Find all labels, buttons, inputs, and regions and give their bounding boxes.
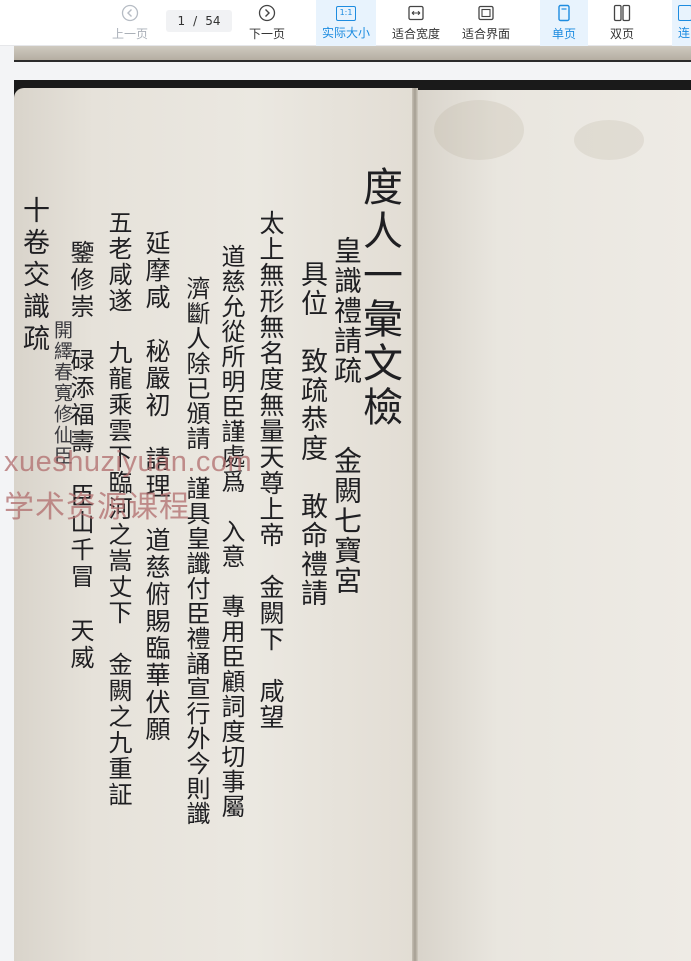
chevron-right-icon: [258, 4, 276, 22]
fit-page-label: 适合界面: [461, 27, 510, 41]
manuscript-column: 濟斷人除已頒請 謹具皇讖付臣禮誦宣行外今則讖: [182, 276, 210, 826]
page-separator: /: [193, 14, 198, 28]
prev-page-label: 上一页: [111, 27, 148, 41]
prev-page-button[interactable]: 上一页: [106, 0, 154, 46]
double-page-label: 双页: [609, 27, 634, 41]
watermark-text: 学术资源课程: [4, 491, 190, 524]
manuscript-column: 皇識禮請疏 金闕七寶宮: [330, 236, 363, 596]
document-viewport[interactable]: 度人一彙文檢 皇識禮請疏 金闕七寶宮 具位 致疏恭度 敢命禮請 太上無形無名度無…: [0, 46, 691, 961]
continuous-page-icon: [678, 5, 691, 21]
fit-width-label: 适合宽度: [391, 27, 440, 41]
manuscript-column: 十卷交識疏: [18, 196, 49, 356]
manuscript-title: 度人一彙文檢: [356, 166, 402, 430]
scanned-leaf-right: [416, 90, 691, 961]
next-page-label: 下一页: [248, 27, 285, 41]
paper-stain: [434, 100, 524, 160]
page-indicator[interactable]: 1 / 54: [166, 10, 232, 32]
single-page-label: 单页: [551, 27, 576, 41]
previous-page-edge: [14, 46, 691, 62]
total-pages: 54: [205, 14, 221, 28]
manuscript-column: 道慈允從所明臣謹處爲 入意 專用臣顧詞度切事屬: [217, 244, 245, 819]
fit-page-button[interactable]: 适合界面: [456, 0, 516, 46]
single-page-icon: [558, 4, 570, 22]
continuous-page-button[interactable]: 连: [672, 0, 691, 46]
actual-size-icon: 1:1: [336, 5, 356, 21]
page-fold: [412, 88, 418, 961]
paper-stain: [574, 120, 644, 160]
actual-size-button[interactable]: 1:1 实际大小: [316, 0, 376, 46]
continuous-page-label: 连: [678, 26, 691, 40]
double-page-button[interactable]: 双页: [598, 0, 646, 46]
fit-width-icon: [408, 5, 424, 21]
next-page-button[interactable]: 下一页: [242, 0, 292, 46]
fit-width-button[interactable]: 适合宽度: [386, 0, 446, 46]
double-page-icon: [613, 4, 631, 22]
fit-page-icon: [478, 5, 494, 21]
current-page-input[interactable]: 1: [178, 14, 186, 28]
manuscript-column: 太上無形無名度無量天尊上帝 金闕下 咸望: [256, 210, 285, 730]
chevron-left-icon: [121, 4, 139, 22]
single-page-button[interactable]: 单页: [540, 0, 588, 46]
viewer-toolbar: 上一页 1 / 54 下一页 1:1 实际大小 适合宽度 适合界面 单页 双页 …: [0, 0, 691, 46]
watermark-url: xueshuziyuan.com: [4, 446, 253, 478]
manuscript-column: 具位 致疏恭度 敢命禮請: [296, 260, 327, 608]
actual-size-label: 实际大小: [321, 25, 370, 40]
manuscript-annotation: 開繹春寬修仙臣: [51, 320, 73, 467]
